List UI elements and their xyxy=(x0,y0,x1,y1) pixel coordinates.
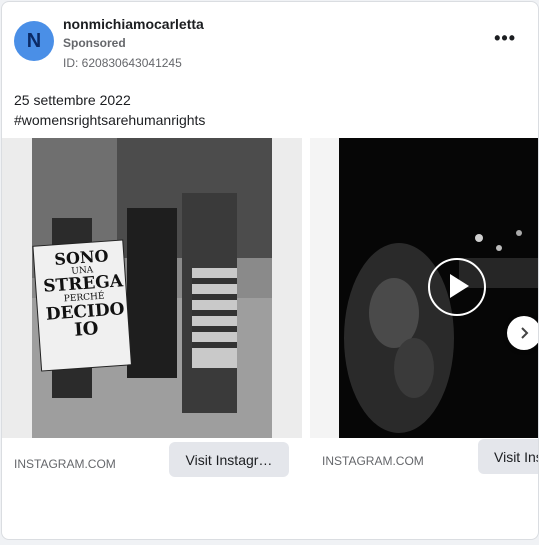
visit-instagram-button-2[interactable]: Visit Ins xyxy=(478,439,538,474)
ad-card: N nonmichiamocarletta Sponsored ID: 6208… xyxy=(1,1,539,540)
protest-photo[interactable]: SONO UNA STREGA PERCHÉ DECIDO IO xyxy=(32,138,272,438)
card-2-domain: INSTAGRAM.COM xyxy=(322,454,424,468)
protest-sign: SONO UNA STREGA PERCHÉ DECIDO IO xyxy=(37,246,131,343)
card-1-domain: INSTAGRAM.COM xyxy=(14,457,116,471)
ad-id: ID: 620830643041245 xyxy=(63,56,182,70)
carousel-card-2[interactable] xyxy=(310,138,538,438)
visit-instagram-button[interactable]: Visit Instagr… xyxy=(169,442,289,477)
avatar[interactable]: N xyxy=(14,21,54,61)
hashtag-text[interactable]: #womensrightsarehumanrights xyxy=(14,112,205,128)
username[interactable]: nonmichiamocarletta xyxy=(63,16,204,32)
sponsored-label: Sponsored xyxy=(63,36,126,50)
play-icon[interactable] xyxy=(428,258,486,316)
more-options-icon[interactable]: ••• xyxy=(494,29,516,47)
chevron-right-icon[interactable] xyxy=(507,316,538,350)
carousel: SONO UNA STREGA PERCHÉ DECIDO IO xyxy=(2,138,538,478)
carousel-card-1[interactable]: SONO UNA STREGA PERCHÉ DECIDO IO xyxy=(2,138,302,438)
post-date-text: 25 settembre 2022 xyxy=(14,92,131,108)
